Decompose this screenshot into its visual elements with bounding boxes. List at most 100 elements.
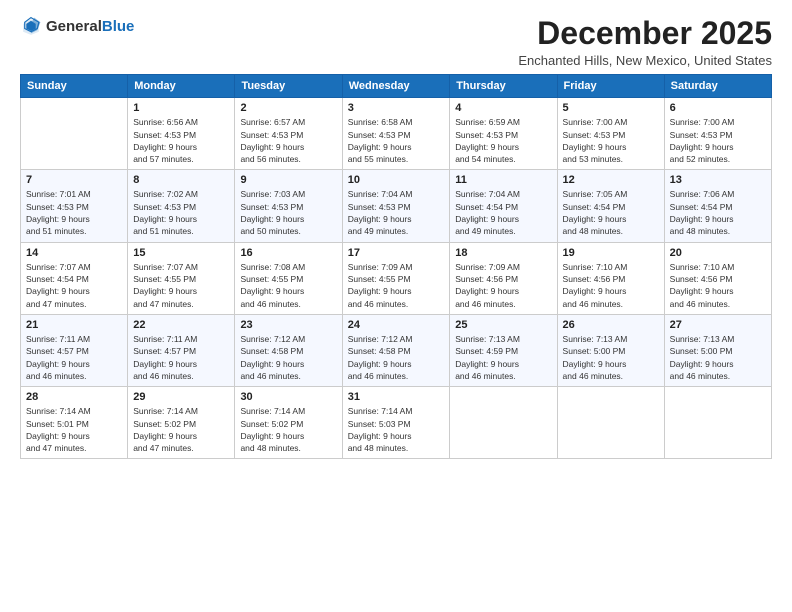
calendar-cell: 24 Sunrise: 7:12 AMSunset: 4:58 PMDayligh… [342, 314, 450, 386]
month-title: December 2025 [518, 16, 772, 51]
day-info: Sunrise: 7:11 AMSunset: 4:57 PMDaylight:… [26, 333, 122, 382]
day-number: 9 [240, 174, 336, 186]
day-info: Sunrise: 7:14 AMSunset: 5:01 PMDaylight:… [26, 405, 122, 454]
calendar-cell: 4Sunrise: 6:59 AMSunset: 4:53 PMDaylight… [450, 98, 557, 170]
weekday-header: Thursday [450, 75, 557, 98]
weekday-header: Saturday [664, 75, 771, 98]
day-info: Sunrise: 7:12 AMSunset: 4:58 PMDaylight:… [348, 333, 445, 382]
day-info: Sunrise: 7:12 AMSunset: 4:58 PMDaylight:… [240, 333, 336, 382]
calendar-week-row: 21 Sunrise: 7:11 AMSunset: 4:57 PMDayligh… [21, 314, 772, 386]
calendar-cell: 29Sunrise: 7:14 AMSunset: 5:02 PMDayligh… [128, 387, 235, 459]
day-info: Sunrise: 7:00 AMSunset: 4:53 PMDaylight:… [563, 116, 659, 165]
calendar-cell: 15 Sunrise: 7:07 AMSunset: 4:55 PMDayligh… [128, 242, 235, 314]
calendar-cell: 6 Sunrise: 7:00 AMSunset: 4:53 PMDaylight… [664, 98, 771, 170]
calendar-cell: 8 Sunrise: 7:02 AMSunset: 4:53 PMDaylight… [128, 170, 235, 242]
subtitle: Enchanted Hills, New Mexico, United Stat… [518, 53, 772, 68]
calendar-cell: 2 Sunrise: 6:57 AMSunset: 4:53 PMDaylight… [235, 98, 342, 170]
calendar-table: SundayMondayTuesdayWednesdayThursdayFrid… [20, 74, 772, 459]
day-number: 3 [348, 102, 445, 114]
day-info: Sunrise: 7:14 AMSunset: 5:02 PMDaylight:… [133, 405, 229, 454]
calendar-cell: 30 Sunrise: 7:14 AMSunset: 5:02 PMDayligh… [235, 387, 342, 459]
day-number: 10 [348, 174, 445, 186]
calendar-cell: 31 Sunrise: 7:14 AMSunset: 5:03 PMDayligh… [342, 387, 450, 459]
calendar-cell [450, 387, 557, 459]
calendar-week-row: 28Sunrise: 7:14 AMSunset: 5:01 PMDayligh… [21, 387, 772, 459]
day-info: Sunrise: 7:07 AMSunset: 4:55 PMDaylight:… [133, 261, 229, 310]
logo: GeneralBlue [20, 16, 134, 38]
calendar-cell: 10 Sunrise: 7:04 AMSunset: 4:53 PMDayligh… [342, 170, 450, 242]
title-block: December 2025 Enchanted Hills, New Mexic… [518, 16, 772, 68]
calendar-cell: 17Sunrise: 7:09 AMSunset: 4:55 PMDayligh… [342, 242, 450, 314]
day-number: 31 [348, 391, 445, 403]
day-info: Sunrise: 7:07 AMSunset: 4:54 PMDaylight:… [26, 261, 122, 310]
day-info: Sunrise: 7:10 AMSunset: 4:56 PMDaylight:… [563, 261, 659, 310]
day-info: Sunrise: 6:56 AMSunset: 4:53 PMDaylight:… [133, 116, 229, 165]
day-number: 22 [133, 319, 229, 331]
calendar-cell [664, 387, 771, 459]
calendar-cell: 16 Sunrise: 7:08 AMSunset: 4:55 PMDayligh… [235, 242, 342, 314]
day-info: Sunrise: 7:13 AMSunset: 5:00 PMDaylight:… [563, 333, 659, 382]
weekday-header: Sunday [21, 75, 128, 98]
day-number: 25 [455, 319, 551, 331]
day-number: 19 [563, 247, 659, 259]
day-info: Sunrise: 6:57 AMSunset: 4:53 PMDaylight:… [240, 116, 336, 165]
day-info: Sunrise: 6:58 AMSunset: 4:53 PMDaylight:… [348, 116, 445, 165]
day-number: 26 [563, 319, 659, 331]
calendar-header-row: SundayMondayTuesdayWednesdayThursdayFrid… [21, 75, 772, 98]
day-number: 6 [670, 102, 766, 114]
day-number: 16 [240, 247, 336, 259]
day-number: 21 [26, 319, 122, 331]
calendar-cell: 9 Sunrise: 7:03 AMSunset: 4:53 PMDaylight… [235, 170, 342, 242]
calendar-cell: 7Sunrise: 7:01 AMSunset: 4:53 PMDaylight… [21, 170, 128, 242]
calendar-cell: 28Sunrise: 7:14 AMSunset: 5:01 PMDayligh… [21, 387, 128, 459]
day-info: Sunrise: 7:03 AMSunset: 4:53 PMDaylight:… [240, 188, 336, 237]
day-number: 1 [133, 102, 229, 114]
day-info: Sunrise: 7:00 AMSunset: 4:53 PMDaylight:… [670, 116, 766, 165]
calendar-week-row: 7Sunrise: 7:01 AMSunset: 4:53 PMDaylight… [21, 170, 772, 242]
calendar-cell: 23Sunrise: 7:12 AMSunset: 4:58 PMDayligh… [235, 314, 342, 386]
calendar-cell: 1 Sunrise: 6:56 AMSunset: 4:53 PMDaylight… [128, 98, 235, 170]
day-info: Sunrise: 7:05 AMSunset: 4:54 PMDaylight:… [563, 188, 659, 237]
day-number: 8 [133, 174, 229, 186]
day-info: Sunrise: 7:10 AMSunset: 4:56 PMDaylight:… [670, 261, 766, 310]
day-info: Sunrise: 7:09 AMSunset: 4:55 PMDaylight:… [348, 261, 445, 310]
weekday-header: Monday [128, 75, 235, 98]
day-number: 13 [670, 174, 766, 186]
day-info: Sunrise: 7:09 AMSunset: 4:56 PMDaylight:… [455, 261, 551, 310]
calendar-cell: 13 Sunrise: 7:06 AMSunset: 4:54 PMDayligh… [664, 170, 771, 242]
weekday-header: Wednesday [342, 75, 450, 98]
day-info: Sunrise: 6:59 AMSunset: 4:53 PMDaylight:… [455, 116, 551, 165]
calendar-cell: 22 Sunrise: 7:11 AMSunset: 4:57 PMDayligh… [128, 314, 235, 386]
calendar-cell: 18 Sunrise: 7:09 AMSunset: 4:56 PMDayligh… [450, 242, 557, 314]
calendar-cell: 14 Sunrise: 7:07 AMSunset: 4:54 PMDayligh… [21, 242, 128, 314]
day-number: 11 [455, 174, 551, 186]
calendar-cell: 20 Sunrise: 7:10 AMSunset: 4:56 PMDayligh… [664, 242, 771, 314]
logo-text: GeneralBlue [46, 18, 134, 36]
day-number: 20 [670, 247, 766, 259]
logo-blue-text: Blue [102, 18, 135, 35]
weekday-header: Tuesday [235, 75, 342, 98]
day-number: 24 [348, 319, 445, 331]
day-info: Sunrise: 7:01 AMSunset: 4:53 PMDaylight:… [26, 188, 122, 237]
day-number: 30 [240, 391, 336, 403]
day-number: 14 [26, 247, 122, 259]
day-info: Sunrise: 7:11 AMSunset: 4:57 PMDaylight:… [133, 333, 229, 382]
day-number: 15 [133, 247, 229, 259]
day-info: Sunrise: 7:14 AMSunset: 5:03 PMDaylight:… [348, 405, 445, 454]
calendar-cell: 21 Sunrise: 7:11 AMSunset: 4:57 PMDayligh… [21, 314, 128, 386]
calendar-week-row: 1 Sunrise: 6:56 AMSunset: 4:53 PMDaylight… [21, 98, 772, 170]
calendar-cell [21, 98, 128, 170]
header: GeneralBlue December 2025 Enchanted Hill… [20, 16, 772, 68]
day-info: Sunrise: 7:04 AMSunset: 4:53 PMDaylight:… [348, 188, 445, 237]
day-info: Sunrise: 7:02 AMSunset: 4:53 PMDaylight:… [133, 188, 229, 237]
day-number: 2 [240, 102, 336, 114]
page: GeneralBlue December 2025 Enchanted Hill… [0, 0, 792, 612]
day-info: Sunrise: 7:06 AMSunset: 4:54 PMDaylight:… [670, 188, 766, 237]
calendar-cell: 27Sunrise: 7:13 AMSunset: 5:00 PMDayligh… [664, 314, 771, 386]
calendar-cell: 5Sunrise: 7:00 AMSunset: 4:53 PMDaylight… [557, 98, 664, 170]
calendar-cell [557, 387, 664, 459]
logo-general: General [46, 18, 102, 35]
day-number: 18 [455, 247, 551, 259]
day-info: Sunrise: 7:14 AMSunset: 5:02 PMDaylight:… [240, 405, 336, 454]
day-info: Sunrise: 7:08 AMSunset: 4:55 PMDaylight:… [240, 261, 336, 310]
